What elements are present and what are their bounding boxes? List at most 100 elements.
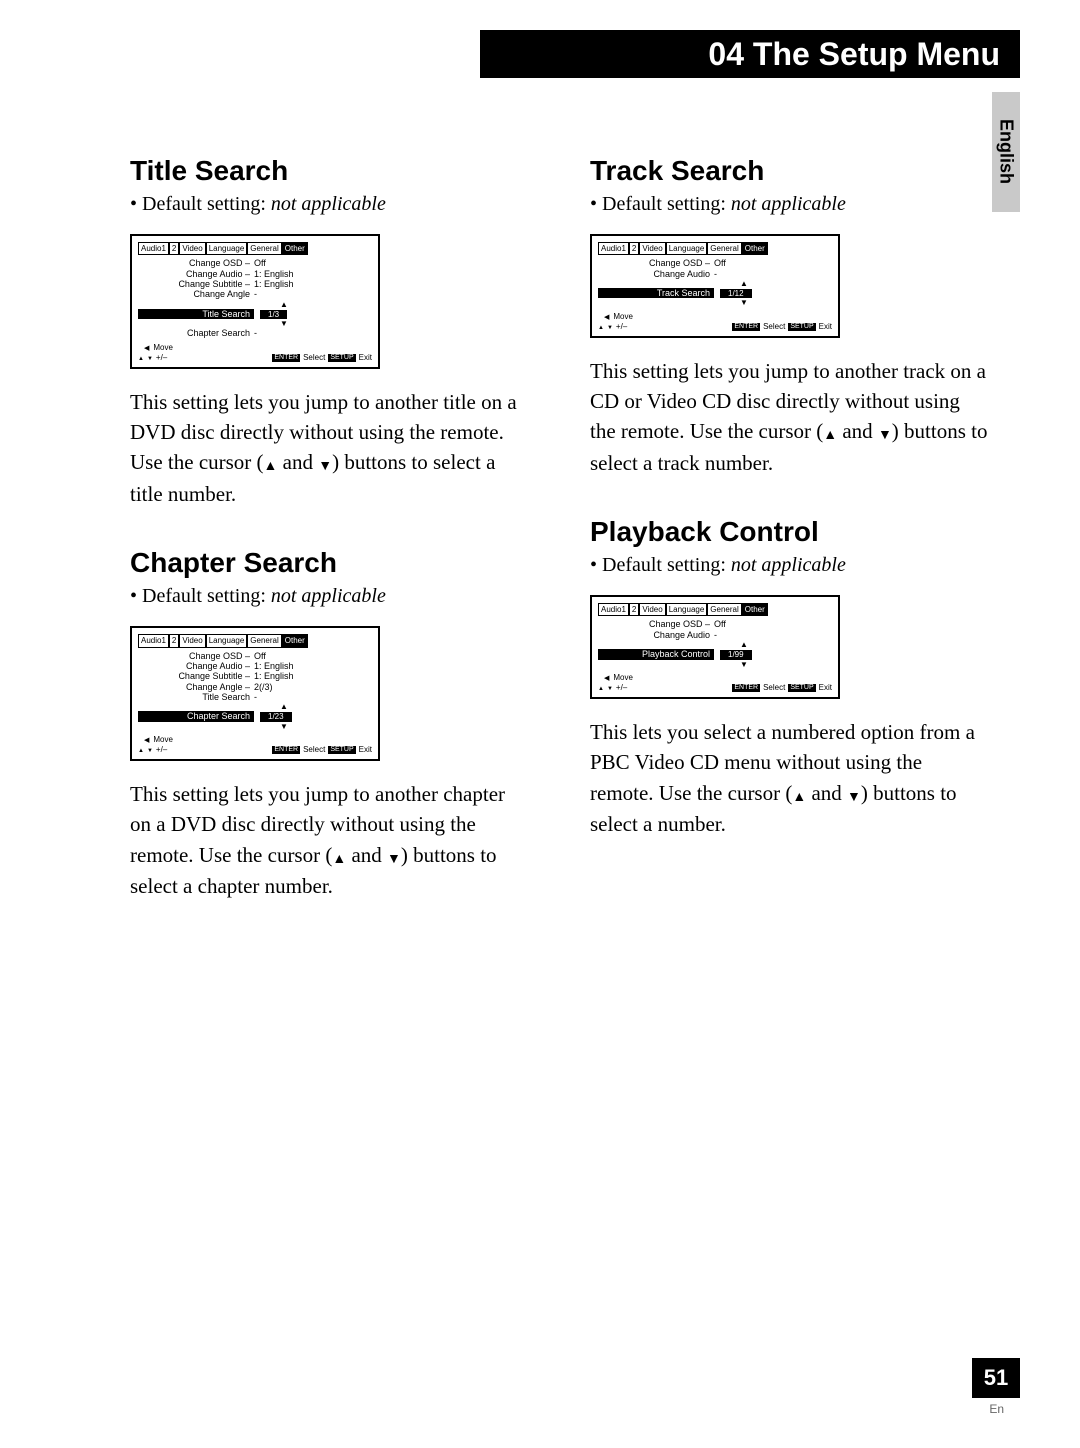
osd-value: - bbox=[254, 692, 372, 702]
body-playback-control: This lets you select a numbered option f… bbox=[590, 717, 990, 840]
osd-exit-label: Exit bbox=[819, 322, 832, 331]
default-label: Default setting: bbox=[590, 193, 726, 215]
osd-exit-label: Exit bbox=[359, 745, 372, 754]
osd-enter-tag: ENTER bbox=[272, 746, 300, 754]
osd-tab: Audio1 bbox=[138, 242, 169, 255]
left-column: Title Search Default setting: not applic… bbox=[130, 155, 530, 940]
down-arrow-icon bbox=[607, 322, 613, 332]
osd-value: 2(/3) bbox=[254, 682, 372, 692]
osd-row: Change OSD –Off bbox=[138, 258, 372, 268]
right-column: Track Search Default setting: not applic… bbox=[590, 155, 990, 940]
osd-tab: Language bbox=[206, 634, 248, 647]
osd-value: 1/23 bbox=[254, 711, 372, 721]
osd-key: Change Audio bbox=[598, 269, 714, 279]
osd-tabs: Audio12VideoLanguageGeneralOther bbox=[598, 603, 832, 616]
osd-tab: Other bbox=[282, 242, 308, 255]
default-row: Default setting: not applicable bbox=[130, 193, 530, 216]
osd-tabs: Audio12VideoLanguageGeneralOther bbox=[598, 242, 832, 255]
osd-tab: Audio1 bbox=[598, 603, 629, 616]
osd-enter-tag: ENTER bbox=[732, 323, 760, 331]
osd-value: - bbox=[254, 328, 372, 338]
osd-setup-tag: SETUP bbox=[328, 354, 355, 362]
osd-arrow-up-icon: ▲ bbox=[190, 702, 378, 711]
osd-value: - bbox=[714, 269, 832, 279]
osd-tab: 2 bbox=[629, 242, 639, 255]
osd-move-label: Move bbox=[153, 735, 173, 744]
osd-tabs: Audio12VideoLanguageGeneralOther bbox=[138, 634, 372, 647]
osd-row: Change Audio- bbox=[598, 269, 832, 279]
page-number: 51 bbox=[972, 1358, 1020, 1398]
osd-key: Change Angle bbox=[138, 289, 254, 299]
osd-value: - bbox=[254, 289, 372, 299]
default-label: Default setting: bbox=[130, 193, 266, 215]
osd-value: 1: English bbox=[254, 279, 372, 289]
osd-key: Change OSD – bbox=[598, 258, 714, 268]
osd-value: 1: English bbox=[254, 671, 372, 681]
osd-value: Off bbox=[714, 258, 832, 268]
left-arrow-icon bbox=[144, 735, 149, 745]
osd-arrow-up-icon: ▲ bbox=[650, 279, 838, 288]
default-value: not applicable bbox=[731, 193, 846, 215]
osd-tab: General bbox=[247, 242, 281, 255]
osd-footer: Move +/– ENTER Select SETUP Exit bbox=[138, 735, 372, 755]
osd-footer: Move +/– ENTER Select SETUP Exit bbox=[598, 312, 832, 332]
osd-tab: Language bbox=[666, 603, 708, 616]
osd-key: Chapter Search bbox=[138, 711, 254, 721]
osd-key: Change Audio – bbox=[138, 661, 254, 671]
osd-row: Change OSD –Off bbox=[598, 258, 832, 268]
osd-key: Chapter Search bbox=[138, 328, 254, 338]
default-value: not applicable bbox=[271, 585, 386, 607]
osd-value: 1/3 bbox=[254, 309, 372, 319]
osd-selected-value: 1/3 bbox=[260, 310, 287, 319]
osd-tab: Other bbox=[742, 242, 768, 255]
osd-chapter-search: Audio12VideoLanguageGeneralOther Change O… bbox=[130, 626, 380, 761]
osd-select-label: Select bbox=[303, 745, 325, 754]
osd-tab: 2 bbox=[169, 634, 179, 647]
osd-row: Chapter Search 1/23 bbox=[138, 711, 372, 721]
osd-tabs: Audio12VideoLanguageGeneralOther bbox=[138, 242, 372, 255]
osd-tab: Video bbox=[639, 603, 665, 616]
osd-key: Change Subtitle – bbox=[138, 671, 254, 681]
up-arrow-icon bbox=[823, 417, 837, 447]
default-value: not applicable bbox=[271, 193, 386, 215]
osd-plusminus: +/– bbox=[156, 353, 167, 362]
osd-tab: Audio1 bbox=[598, 242, 629, 255]
osd-plusminus: +/– bbox=[616, 683, 627, 692]
osd-arrow-down-icon: ▼ bbox=[190, 319, 378, 328]
down-arrow-icon bbox=[318, 448, 332, 478]
body-title-search: This setting lets you jump to another ti… bbox=[130, 387, 530, 510]
osd-arrow-down-icon: ▼ bbox=[190, 722, 378, 731]
osd-tab: Other bbox=[282, 634, 308, 647]
osd-value: 1/99 bbox=[714, 649, 832, 659]
osd-selected-value: 1/23 bbox=[260, 712, 292, 721]
osd-enter-tag: ENTER bbox=[732, 684, 760, 692]
osd-key: Change Audio – bbox=[138, 269, 254, 279]
osd-tab: Language bbox=[206, 242, 248, 255]
osd-arrow-down-icon: ▼ bbox=[650, 660, 838, 669]
default-row: Default setting: not applicable bbox=[590, 193, 990, 216]
default-label: Default setting: bbox=[130, 585, 266, 607]
osd-selected-value: 1/99 bbox=[720, 650, 752, 659]
osd-move-label: Move bbox=[613, 312, 633, 321]
osd-arrow-down-icon: ▼ bbox=[650, 298, 838, 307]
osd-row: Change OSD –Off bbox=[138, 651, 372, 661]
osd-footer: Move +/– ENTER Select SETUP Exit bbox=[598, 673, 832, 693]
osd-key: Change OSD – bbox=[138, 651, 254, 661]
heading-track-search: Track Search bbox=[590, 155, 990, 187]
osd-value: Off bbox=[254, 258, 372, 268]
body-chapter-search: This setting lets you jump to another ch… bbox=[130, 779, 530, 902]
up-arrow-icon bbox=[598, 683, 604, 693]
osd-row: Change Audio –1: English bbox=[138, 269, 372, 279]
osd-tab: Audio1 bbox=[138, 634, 169, 647]
osd-tab: Video bbox=[179, 242, 205, 255]
osd-enter-tag: ENTER bbox=[272, 354, 300, 362]
osd-value: 1: English bbox=[254, 269, 372, 279]
osd-row: Change Audio –1: English bbox=[138, 661, 372, 671]
down-arrow-icon bbox=[607, 683, 613, 693]
up-arrow-icon bbox=[598, 322, 604, 332]
osd-row: Playback Control1/99 bbox=[598, 649, 832, 659]
osd-row: Title Search- bbox=[138, 692, 372, 702]
osd-row: Chapter Search- bbox=[138, 328, 372, 338]
osd-value: - bbox=[714, 630, 832, 640]
osd-key: Change Subtitle – bbox=[138, 279, 254, 289]
